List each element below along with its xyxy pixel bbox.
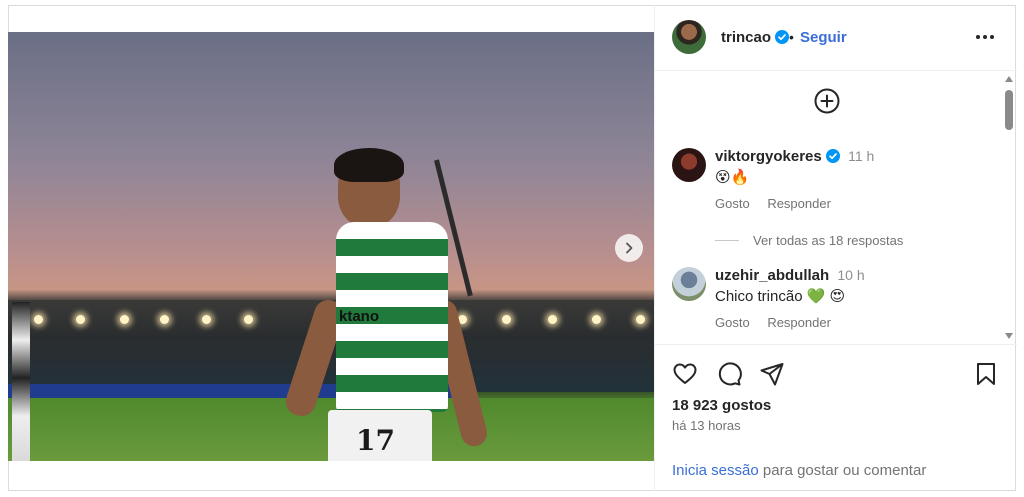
like-count[interactable]: 18 923 gostos: [672, 397, 771, 414]
commenter-username[interactable]: viktorgyokeres 11 h: [715, 148, 874, 165]
comment-text: Chico trincão 💚 😍: [715, 288, 846, 305]
author-avatar[interactable]: [672, 20, 706, 54]
commenter-avatar[interactable]: [672, 148, 706, 182]
bookmark-icon[interactable]: [973, 361, 999, 387]
comments-scrollbar[interactable]: [1001, 72, 1017, 344]
author-username[interactable]: trincao: [721, 29, 790, 46]
comment-reply-button[interactable]: Responder: [767, 315, 831, 330]
comment-like-button[interactable]: Gosto: [715, 196, 750, 211]
chevron-right-icon: [626, 242, 633, 254]
commenter-username-text: uzehir_abdullah: [715, 267, 830, 284]
verified-badge-icon: [825, 149, 840, 163]
replies-divider: [715, 240, 739, 241]
scroll-down-arrow-icon[interactable]: [1005, 333, 1013, 339]
comment-bubble-icon[interactable]: [716, 361, 742, 387]
follow-button[interactable]: Seguir: [800, 29, 847, 46]
more-dot-icon: [976, 35, 980, 39]
post-sidebar: trincao • Seguir viktorgyokeres 11 h 😵🔥 …: [654, 5, 1017, 491]
view-replies-label: Ver todas as 18 respostas: [753, 233, 904, 248]
login-link[interactable]: Inicia sessão: [672, 462, 759, 479]
verified-badge-icon: [775, 30, 790, 44]
share-send-icon[interactable]: [759, 361, 785, 387]
header-separator: •: [789, 29, 794, 45]
post-image[interactable]: ktano 17: [8, 32, 654, 461]
commenter-username[interactable]: uzehir_abdullah 10 h: [715, 267, 865, 284]
more-options-button[interactable]: [973, 27, 997, 47]
post-header: trincao • Seguir: [655, 5, 1017, 71]
scroll-thumb[interactable]: [1005, 90, 1013, 130]
comment-reply-button[interactable]: Responder: [767, 196, 831, 211]
heart-icon[interactable]: [672, 361, 698, 387]
view-replies-button[interactable]: Ver todas as 18 respostas: [715, 233, 903, 248]
comments-list[interactable]: viktorgyokeres 11 h 😵🔥 Gosto Responder V…: [655, 72, 1001, 344]
login-prompt: Inicia sessão para gostar ou comentar: [672, 462, 926, 479]
scroll-up-arrow-icon[interactable]: [1005, 76, 1013, 82]
more-dot-icon: [990, 35, 994, 39]
comment-actions: Gosto Responder: [715, 315, 845, 330]
author-username-text: trincao: [721, 29, 772, 46]
commenter-username-text: viktorgyokeres: [715, 148, 822, 165]
more-dot-icon: [983, 35, 987, 39]
post-actions: 18 923 gostos há 13 horas Inicia sessão …: [655, 344, 1017, 491]
add-comment-circle-icon[interactable]: [814, 88, 840, 114]
next-image-button[interactable]: [615, 234, 643, 262]
comment-like-button[interactable]: Gosto: [715, 315, 750, 330]
commenter-avatar[interactable]: [672, 267, 706, 301]
post-timestamp[interactable]: há 13 horas: [672, 418, 741, 433]
comment-actions: Gosto Responder: [715, 196, 845, 211]
shirt-number: 17: [356, 424, 395, 457]
corner-flag: [12, 302, 30, 461]
comment-time: 11 h: [848, 148, 875, 164]
player-figure: ktano 17: [276, 148, 496, 461]
comment-text: 😵🔥: [715, 169, 750, 186]
login-prompt-text: para gostar ou comentar: [758, 462, 927, 479]
shirt-sponsor: ktano: [339, 308, 380, 325]
comment-time: 10 h: [837, 267, 865, 283]
